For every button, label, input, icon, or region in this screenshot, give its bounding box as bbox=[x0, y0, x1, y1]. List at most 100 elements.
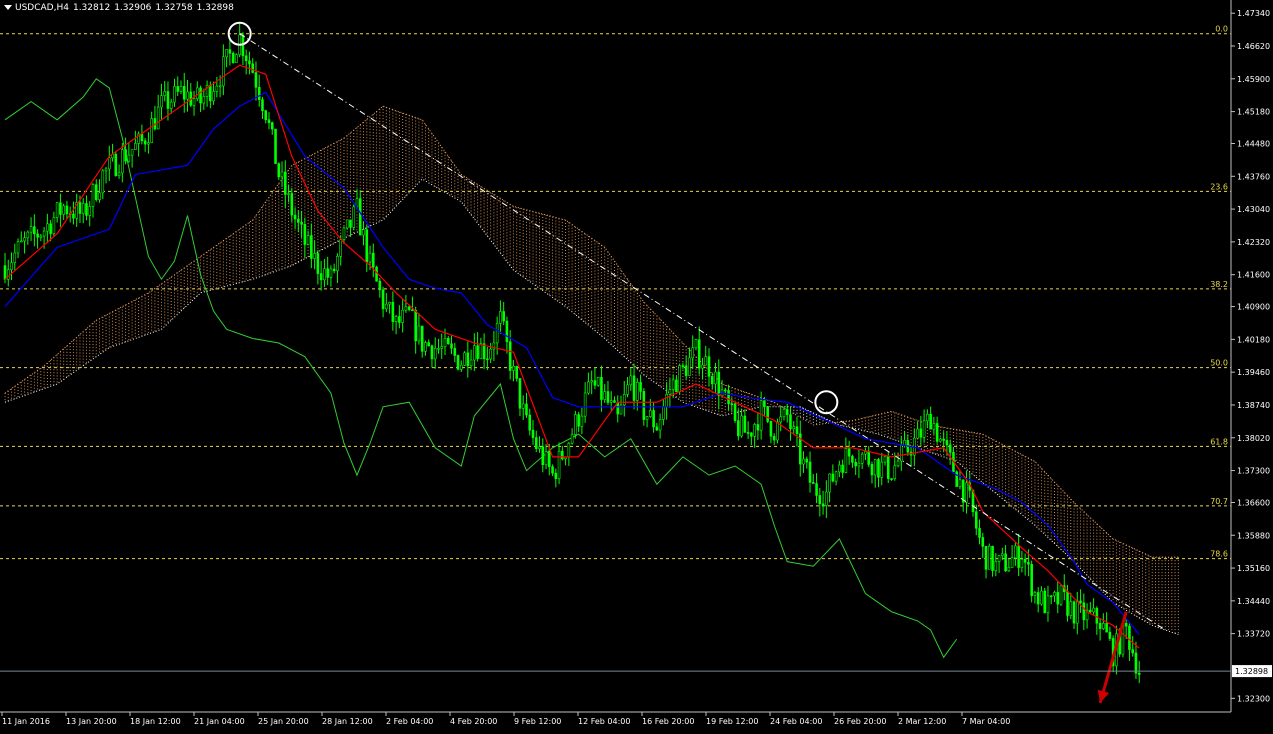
candle-body bbox=[297, 218, 300, 223]
candle-body bbox=[795, 426, 799, 435]
candle-body bbox=[209, 85, 212, 102]
candle-body bbox=[505, 320, 509, 343]
chevron-down-icon[interactable] bbox=[4, 5, 12, 10]
candle-body bbox=[929, 413, 932, 430]
candle-body bbox=[697, 339, 701, 369]
candle-body bbox=[922, 420, 926, 438]
candle-body bbox=[88, 206, 92, 216]
candle-body bbox=[580, 415, 584, 427]
candle-body bbox=[443, 338, 447, 348]
candle-body bbox=[828, 473, 831, 493]
candle-body bbox=[336, 256, 339, 272]
candle-body bbox=[1082, 602, 1086, 621]
candle-body bbox=[750, 432, 753, 437]
candle-body bbox=[603, 391, 607, 400]
candle-body bbox=[6, 269, 10, 280]
candle-body bbox=[639, 382, 642, 392]
candle-body bbox=[339, 239, 343, 257]
candle-body bbox=[521, 403, 525, 409]
candle-body bbox=[825, 491, 828, 506]
price-tick-label: 1.38020 bbox=[1237, 434, 1270, 443]
candle-body bbox=[124, 149, 127, 162]
candle-body bbox=[313, 253, 316, 259]
candle-body bbox=[398, 316, 401, 323]
candle-body bbox=[456, 355, 460, 370]
candle-body bbox=[173, 86, 176, 103]
candle-body bbox=[675, 379, 678, 392]
candle-body bbox=[893, 465, 897, 480]
candle-body bbox=[1098, 622, 1102, 629]
candle-body bbox=[355, 198, 359, 208]
candle-body bbox=[440, 346, 444, 349]
candle-body bbox=[65, 205, 69, 215]
candle-body bbox=[319, 273, 323, 281]
candle-body bbox=[453, 347, 457, 356]
candle-body bbox=[463, 352, 466, 366]
fib-level-label: 38.2 bbox=[1210, 280, 1228, 289]
candle-body bbox=[805, 458, 809, 463]
candle-body bbox=[626, 384, 629, 395]
candle-body bbox=[1066, 591, 1069, 616]
candle-body bbox=[401, 309, 404, 323]
candle-body bbox=[789, 414, 792, 430]
candle-body bbox=[974, 511, 978, 529]
price-tick-label: 1.39460 bbox=[1237, 368, 1270, 377]
candle-body bbox=[427, 342, 431, 347]
candle-body bbox=[1134, 652, 1138, 674]
candle-body bbox=[948, 444, 952, 453]
time-tick-label: 7 Mar 04:00 bbox=[962, 717, 1010, 726]
candle-body bbox=[632, 375, 636, 401]
candle-body bbox=[772, 435, 776, 441]
candle-body bbox=[671, 379, 675, 390]
candle-body bbox=[1007, 567, 1011, 572]
candle-body bbox=[381, 289, 385, 310]
time-tick-label: 13 Jan 20:00 bbox=[66, 717, 117, 726]
candle-body bbox=[1030, 563, 1033, 596]
candle-body bbox=[407, 306, 411, 310]
candle-body bbox=[349, 219, 352, 228]
candle-body bbox=[81, 203, 85, 214]
time-tick-label: 12 Feb 04:00 bbox=[578, 717, 630, 726]
price-tick-label: 1.32300 bbox=[1237, 694, 1270, 703]
candle-body bbox=[150, 118, 153, 143]
candle-body bbox=[1137, 672, 1141, 675]
candle-body bbox=[691, 347, 695, 359]
price-tick-label: 1.38740 bbox=[1237, 401, 1270, 410]
candle-body bbox=[264, 110, 268, 120]
candle-body bbox=[939, 438, 942, 442]
candle-body bbox=[169, 101, 173, 109]
candle-body bbox=[78, 202, 82, 214]
candle-body bbox=[916, 428, 919, 439]
candle-body bbox=[1072, 601, 1076, 624]
current-price-label: 1.32898 bbox=[1235, 667, 1268, 676]
candle-body bbox=[613, 400, 616, 403]
candle-body bbox=[583, 392, 587, 417]
candle-body bbox=[662, 406, 665, 420]
candle-body bbox=[46, 223, 49, 232]
candle-body bbox=[932, 423, 936, 430]
candle-body bbox=[544, 451, 548, 466]
time-tick-label: 2 Feb 04:00 bbox=[386, 717, 433, 726]
candle-body bbox=[606, 391, 610, 403]
candle-body bbox=[733, 403, 737, 421]
candle-body bbox=[978, 527, 981, 538]
candle-body bbox=[753, 424, 756, 437]
candle-body bbox=[36, 233, 39, 238]
candle-body bbox=[55, 202, 59, 218]
candle-body bbox=[293, 214, 297, 220]
high-value: 1.32906 bbox=[114, 3, 152, 13]
candle-body bbox=[303, 224, 307, 245]
candle-body bbox=[244, 55, 248, 62]
candle-body bbox=[942, 438, 945, 441]
candle-body bbox=[332, 268, 336, 272]
candle-body bbox=[870, 464, 874, 476]
candle-body bbox=[323, 268, 326, 281]
price-tick-label: 1.42320 bbox=[1237, 238, 1270, 247]
price-chart[interactable]: 0.0 23.6 38.2 50.0 61.8 70.7 78.6 1.47340 1.466… bbox=[0, 0, 1273, 734]
candle-body bbox=[261, 99, 264, 112]
candle-body bbox=[678, 365, 681, 392]
open-value: 1.32812 bbox=[72, 3, 111, 13]
candle-body bbox=[587, 381, 590, 394]
chart-background bbox=[0, 0, 1273, 734]
candle-body bbox=[130, 149, 134, 156]
